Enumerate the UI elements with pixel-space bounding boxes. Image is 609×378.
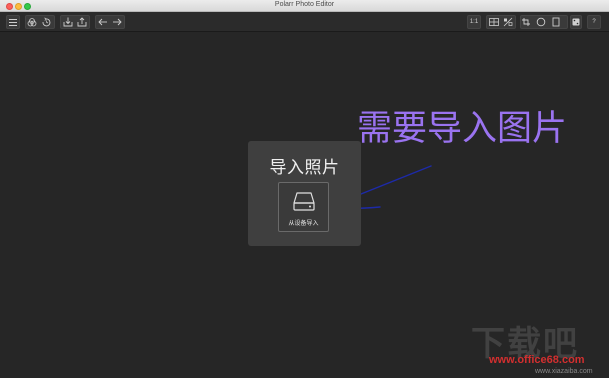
tools-icons	[522, 17, 560, 27]
zoom-label: 1:1	[469, 19, 479, 25]
compare-icons	[489, 17, 513, 27]
annotation-text: 需要导入图片	[357, 109, 568, 149]
menu-button[interactable]	[6, 15, 20, 29]
random-button[interactable]	[570, 15, 582, 29]
import-panel-title: 导入照片	[269, 158, 340, 178]
help-icon: ?	[592, 19, 596, 25]
import-export-group	[60, 15, 90, 29]
history-icon[interactable]	[42, 17, 51, 27]
undo-redo-group	[95, 15, 125, 29]
watermark-url: www.office68.com	[489, 354, 585, 366]
watermark: 下载吧 www.office68.com www.xiazaiba.com	[467, 316, 609, 378]
help-button[interactable]: ?	[587, 15, 601, 29]
circle-mask-icon[interactable]	[536, 17, 546, 27]
drive-icon	[293, 192, 315, 211]
import-from-device-button[interactable]: 从设备导入	[278, 182, 329, 232]
zoom-button[interactable]: 1:1	[467, 15, 481, 29]
redo-icon[interactable]	[113, 18, 122, 26]
import-panel: 导入照片 从设备导入	[248, 141, 361, 246]
tools-group	[520, 15, 568, 29]
window-title: Polarr Photo Editor	[274, 1, 335, 8]
import-export-icons	[63, 17, 87, 27]
menu-icon	[9, 18, 17, 26]
toolbar: 1:1 ?	[0, 12, 609, 32]
random-icon	[572, 18, 580, 26]
split-compare-icon[interactable]	[503, 17, 513, 27]
import-from-device-label: 从设备导入	[288, 220, 319, 227]
compare-icon[interactable]	[489, 18, 499, 26]
title-bar: Polarr Photo Editor	[0, 0, 609, 12]
rect-mask-icon[interactable]	[552, 17, 560, 27]
watermark-sub-url: www.xiazaiba.com	[535, 368, 593, 375]
filters-history-icons	[27, 17, 51, 27]
export-icon[interactable]	[77, 17, 87, 27]
filters-icon[interactable]	[27, 18, 37, 27]
undo-icon[interactable]	[98, 18, 107, 26]
filters-history-group	[25, 15, 55, 29]
app-window: Polarr Photo Editor 1:1 ? 需要导入图片 导入照片 从设…	[0, 0, 609, 378]
crop-icon[interactable]	[522, 18, 530, 26]
undo-redo-icons	[98, 18, 122, 26]
import-icon[interactable]	[63, 17, 73, 27]
compare-group	[486, 15, 516, 29]
